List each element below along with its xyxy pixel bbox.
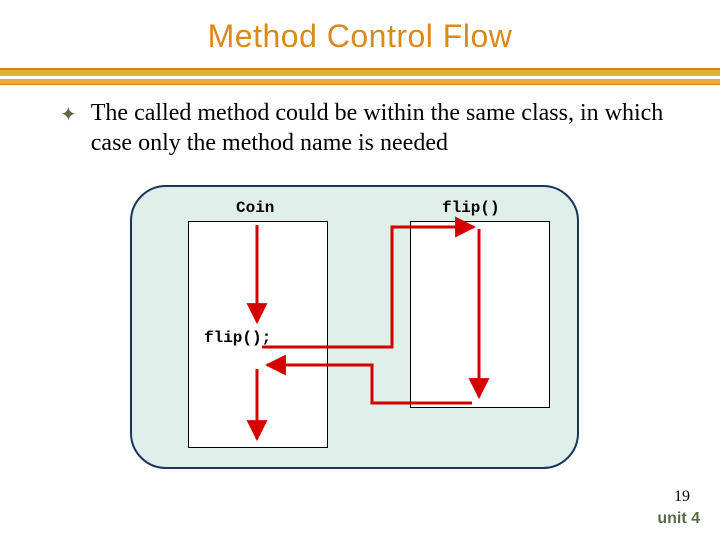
slide-title: Method Control Flow (0, 0, 720, 55)
unit-label: unit 4 (657, 510, 700, 528)
slide: Method Control Flow ✦ The called method … (0, 0, 720, 540)
call-statement-label: flip(); (204, 329, 271, 347)
bullet-icon: ✦ (60, 100, 77, 130)
bullet-row: ✦ The called method could be within the … (60, 98, 680, 158)
callee-label: flip() (442, 199, 500, 217)
title-rule-inset (0, 76, 720, 79)
flow-diagram: Coin flip() flip(); (130, 185, 579, 469)
page-number: 19 (674, 488, 690, 506)
caller-label: Coin (236, 199, 274, 217)
bullet-text: The called method could be within the sa… (91, 98, 680, 158)
callee-box (410, 221, 550, 408)
